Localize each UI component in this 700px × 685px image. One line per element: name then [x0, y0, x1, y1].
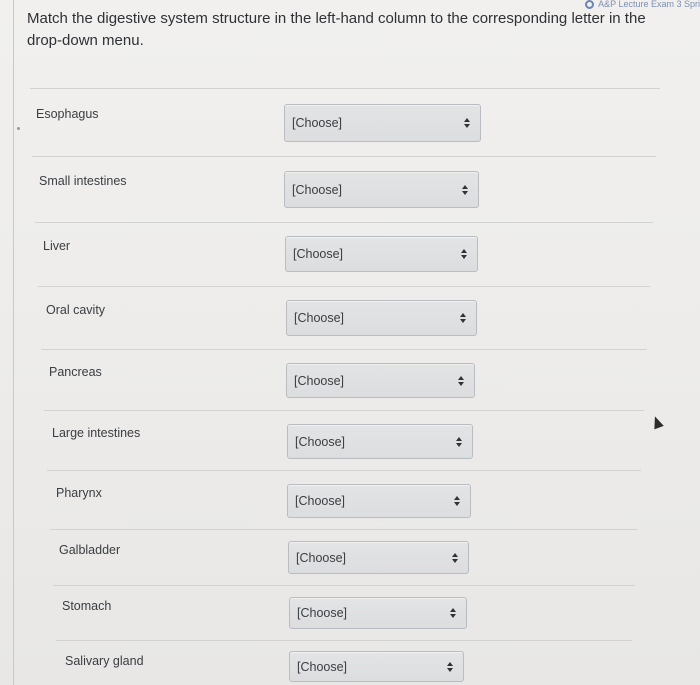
select-value: [Choose]: [293, 247, 344, 261]
term-esophagus: Esophagus: [36, 107, 99, 121]
select-value: [Choose]: [296, 550, 347, 565]
select-oral-cavity[interactable]: [Choose]: [286, 300, 477, 336]
select-value: [Choose]: [297, 606, 348, 620]
select-stomach[interactable]: [Choose]: [289, 597, 467, 629]
row-divider: [56, 640, 632, 641]
term-stomach: Stomach: [62, 599, 112, 613]
select-arrows-icon: [452, 552, 458, 563]
left-border: [13, 0, 14, 685]
term-pharynx: Pharynx: [56, 486, 102, 500]
select-liver[interactable]: [Choose]: [285, 236, 478, 272]
select-arrows-icon: [461, 249, 467, 259]
select-value: [Choose]: [292, 116, 343, 130]
row-divider: [35, 222, 653, 223]
select-esophagus[interactable]: [Choose]: [284, 104, 481, 142]
select-value: [Choose]: [295, 494, 346, 508]
term-liver: Liver: [43, 239, 71, 253]
select-value: [Choose]: [292, 182, 343, 197]
bullet-dot: [17, 127, 20, 130]
select-arrows-icon: [450, 608, 456, 618]
select-pharynx[interactable]: [Choose]: [287, 484, 471, 518]
select-large-intestines[interactable]: [Choose]: [287, 424, 473, 459]
select-arrows-icon: [447, 661, 453, 672]
select-small-intestines[interactable]: [Choose]: [284, 171, 479, 208]
quiz-page: A&P Lecture Exam 3 Spri Match the digest…: [0, 0, 700, 685]
term-small-intestines: Small intestines: [39, 174, 127, 188]
row-divider: [44, 410, 644, 411]
select-arrows-icon: [454, 496, 460, 506]
term-pancreas: Pancreas: [49, 365, 102, 379]
row-divider: [47, 470, 641, 471]
mouse-cursor-icon: [650, 414, 664, 430]
row-divider: [50, 529, 638, 530]
top-divider: [30, 88, 660, 89]
select-pancreas[interactable]: [Choose]: [286, 363, 475, 398]
term-oral-cavity: Oral cavity: [46, 303, 106, 317]
term-salivary-gland: Salivary gland: [65, 654, 144, 668]
select-value: [Choose]: [294, 373, 345, 388]
select-salivary-gland[interactable]: [Choose]: [289, 651, 464, 682]
select-value: [Choose]: [295, 434, 346, 449]
question-text: Match the digestive system structure in …: [27, 10, 646, 49]
row-divider: [41, 349, 647, 350]
select-value: [Choose]: [294, 311, 345, 325]
select-galbladder[interactable]: [Choose]: [288, 541, 469, 574]
select-arrows-icon: [464, 118, 470, 128]
select-value: [Choose]: [297, 659, 348, 674]
row-divider: [38, 286, 650, 287]
row-divider: [32, 156, 656, 157]
select-arrows-icon: [462, 184, 468, 195]
term-galbladder: Galbladder: [59, 543, 121, 557]
row-divider: [53, 585, 635, 586]
select-arrows-icon: [456, 436, 462, 447]
select-arrows-icon: [458, 375, 464, 386]
select-arrows-icon: [460, 313, 466, 323]
term-large-intestines: Large intestines: [52, 426, 141, 440]
